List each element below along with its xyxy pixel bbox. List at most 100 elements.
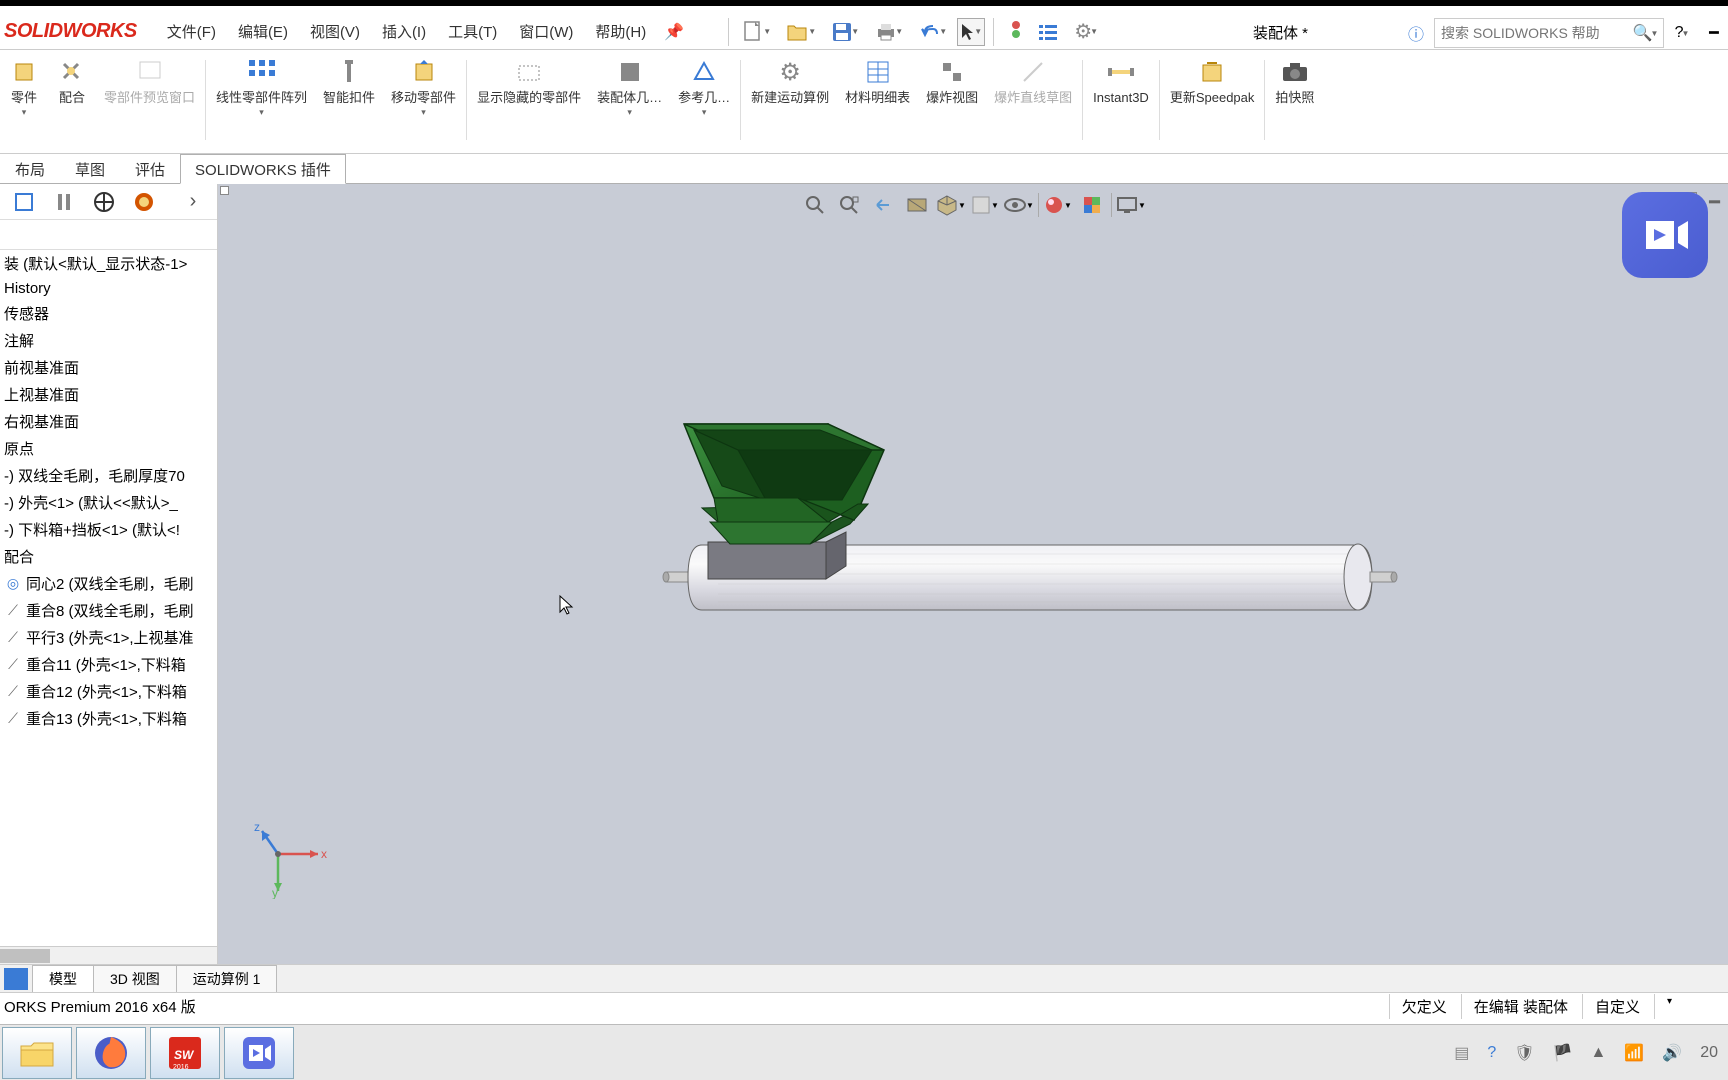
undo-button[interactable]: ▼	[913, 18, 953, 46]
hide-show-icon[interactable]: ▼	[1004, 190, 1034, 220]
tree-origin[interactable]: 原点	[0, 435, 217, 462]
tab-plugins[interactable]: SOLIDWORKS 插件	[180, 154, 346, 184]
tree-part-brush[interactable]: -) 双线全毛刷，毛刷厚度70	[0, 462, 217, 489]
ribbon-update-speedpak[interactable]: 更新Speedpak	[1162, 56, 1263, 148]
rebuild-button[interactable]	[1002, 18, 1030, 46]
tree-tab-config-icon[interactable]	[84, 186, 124, 218]
menu-insert[interactable]: 插入(I)	[372, 17, 436, 46]
options-list-button[interactable]	[1034, 18, 1062, 46]
menu-edit[interactable]: 编辑(E)	[228, 17, 298, 46]
tree-part-shell[interactable]: -) 外壳<1> (默认<<默认>_	[0, 489, 217, 516]
tree-mates[interactable]: 配合	[0, 543, 217, 570]
display-style-icon[interactable]: ▼	[970, 190, 1000, 220]
taskbar-explorer[interactable]	[2, 1027, 72, 1079]
tree-tab-display-icon[interactable]	[124, 186, 164, 218]
ribbon-insert-part[interactable]: 零件▾	[0, 56, 48, 148]
ribbon-instant3d[interactable]: Instant3D	[1085, 56, 1157, 148]
sidebar-scrollbar[interactable]	[0, 946, 217, 964]
ribbon-reference-geometry[interactable]: 参考几…▾	[670, 56, 738, 148]
bottom-tab-3dview[interactable]: 3D 视图	[93, 965, 177, 993]
viewport-minimize-icon[interactable]	[220, 186, 229, 195]
tray-shield-icon[interactable]: 🛡	[1514, 1043, 1534, 1063]
new-button[interactable]: ▼	[737, 18, 777, 46]
section-view-icon[interactable]	[902, 190, 932, 220]
ribbon-assembly-feature[interactable]: 装配体几…▾	[589, 56, 670, 148]
open-button[interactable]: ▼	[781, 18, 821, 46]
save-button[interactable]: ▼	[825, 18, 865, 46]
tree-mate-parallel3[interactable]: ⟋平行3 (外壳<1>,上视基准	[0, 624, 217, 651]
tray-volume-icon[interactable]: 🔊	[1662, 1043, 1682, 1063]
status-editing: 在编辑 装配体	[1461, 994, 1580, 1019]
taskbar-solidworks[interactable]: SW2016	[150, 1027, 220, 1079]
tree-tab-property-icon[interactable]	[44, 186, 84, 218]
tree-tab-more-icon[interactable]: ›	[173, 186, 213, 218]
tree-mate-coincident13[interactable]: ⟋重合13 (外壳<1>,下料箱	[0, 705, 217, 732]
tray-flag-icon[interactable]: 🏴	[1553, 1043, 1573, 1063]
3d-viewport[interactable]: ▼ ▼ ▼ ▼ ▼ ━	[218, 184, 1728, 964]
tree-mate-coincident12[interactable]: ⟋重合12 (外壳<1>,下料箱	[0, 678, 217, 705]
menu-help[interactable]: 帮助(H)	[585, 17, 656, 46]
tab-sketch[interactable]: 草图	[60, 154, 120, 183]
ribbon-new-motion[interactable]: ⚙新建运动算例	[743, 56, 837, 148]
settings-button[interactable]: ⚙▼	[1066, 18, 1106, 46]
view-settings-icon[interactable]: ▼	[1116, 190, 1146, 220]
menu-file[interactable]: 文件(F)	[157, 17, 226, 46]
menu-view[interactable]: 视图(V)	[300, 17, 370, 46]
tab-layout[interactable]: 布局	[0, 154, 60, 183]
status-dropdown-icon[interactable]: ▾	[1654, 994, 1684, 1019]
taskbar-firefox[interactable]	[76, 1027, 146, 1079]
tree-root[interactable]: 装 (默认<默认_显示状态-1>	[0, 250, 217, 277]
tray-clock[interactable]: 20	[1700, 1044, 1718, 1062]
bottom-tab-motion1[interactable]: 运动算例 1	[176, 965, 278, 993]
status-version: ORKS Premium 2016 x64 版	[0, 996, 196, 1017]
tree-history[interactable]: History	[0, 277, 217, 300]
tab-evaluate[interactable]: 评估	[120, 154, 180, 183]
ribbon-show-hidden[interactable]: 显示隐藏的零部件	[469, 56, 589, 148]
tray-up-icon[interactable]: ▲	[1591, 1044, 1607, 1062]
ribbon-snapshot[interactable]: 拍快照	[1267, 56, 1322, 148]
ribbon-bom[interactable]: 材料明细表	[837, 56, 918, 148]
ribbon-smart-fastener[interactable]: 智能扣件	[315, 56, 383, 148]
select-button[interactable]: ▼	[957, 18, 985, 46]
menu-window[interactable]: 窗口(W)	[509, 17, 583, 46]
tree-mate-concentric2[interactable]: ◎同心2 (双线全毛刷，毛刷	[0, 570, 217, 597]
tree-sensors[interactable]: 传感器	[0, 300, 217, 327]
tray-help-icon[interactable]: ?	[1487, 1044, 1496, 1062]
ribbon-linear-pattern[interactable]: 线性零部件阵列▾	[208, 56, 315, 148]
appearance-icon[interactable]: ▼	[1043, 190, 1073, 220]
tree-top-plane[interactable]: 上视基准面	[0, 381, 217, 408]
pin-icon[interactable]: 📌	[664, 22, 684, 42]
orientation-triad[interactable]: x y z	[248, 819, 328, 904]
assembly-model[interactable]	[658, 404, 1398, 669]
tray-disk-icon[interactable]: ▤	[1454, 1043, 1469, 1063]
status-custom[interactable]: 自定义	[1582, 994, 1652, 1019]
tree-annotations[interactable]: 注解	[0, 327, 217, 354]
scene-icon[interactable]	[1077, 190, 1107, 220]
viewport-min-icon[interactable]: ━	[1709, 192, 1720, 213]
zoom-area-icon[interactable]	[834, 190, 864, 220]
search-button[interactable]: 🔍▼	[1628, 19, 1663, 47]
tree-mate-coincident8[interactable]: ⟋重合8 (双线全毛刷，毛刷	[0, 597, 217, 624]
tree-right-plane[interactable]: 右视基准面	[0, 408, 217, 435]
ribbon-exploded-view[interactable]: 爆炸视图	[918, 56, 986, 148]
menu-tools[interactable]: 工具(T)	[438, 17, 507, 46]
tree-mate-coincident11[interactable]: ⟋重合11 (外壳<1>,下料箱	[0, 651, 217, 678]
ribbon-move-component[interactable]: 移动零部件▾	[383, 56, 464, 148]
zoom-fit-icon[interactable]	[800, 190, 830, 220]
view-orientation-icon[interactable]: ▼	[936, 190, 966, 220]
previous-view-icon[interactable]	[868, 190, 898, 220]
tree-front-plane[interactable]: 前视基准面	[0, 354, 217, 381]
minimize-button[interactable]: ━	[1700, 19, 1728, 47]
taskbar-recorder[interactable]	[224, 1027, 294, 1079]
help-info-icon[interactable]: ⓘ	[1402, 19, 1430, 47]
bottom-tab-expand-icon[interactable]	[4, 968, 28, 990]
status-bar: ORKS Premium 2016 x64 版 欠定义 在编辑 装配体 自定义 …	[0, 992, 1728, 1020]
tree-part-box[interactable]: -) 下料箱+挡板<1> (默认<!	[0, 516, 217, 543]
search-input[interactable]	[1435, 25, 1628, 41]
tree-tab-feature-icon[interactable]	[4, 186, 44, 218]
bottom-tab-model[interactable]: 模型	[32, 965, 94, 993]
help-button[interactable]: ?▼	[1668, 19, 1696, 47]
ribbon-mate[interactable]: 配合	[48, 56, 96, 148]
print-button[interactable]: ▼	[869, 18, 909, 46]
tray-network-icon[interactable]: 📶	[1624, 1043, 1644, 1063]
